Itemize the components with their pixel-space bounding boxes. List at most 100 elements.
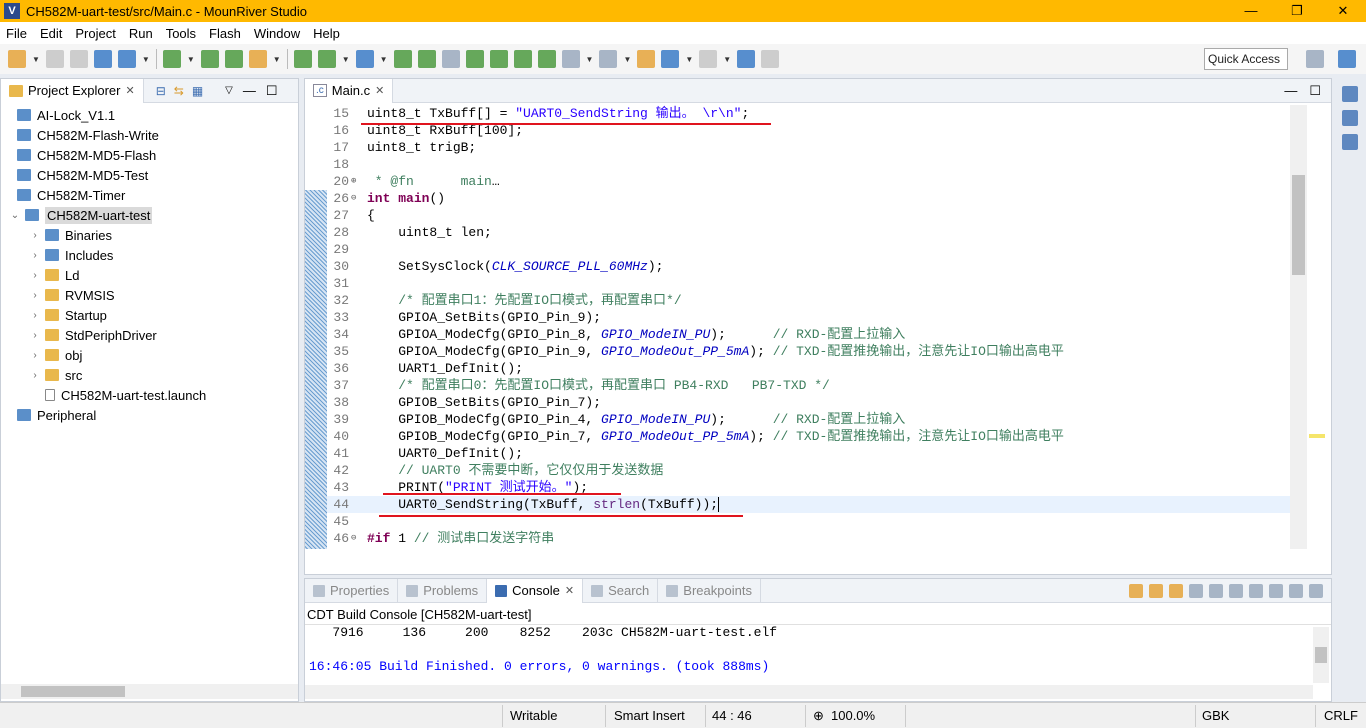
perspective-icon[interactable]: [1338, 50, 1356, 68]
code-line[interactable]: 29: [305, 241, 1293, 258]
terminal-icon[interactable]: [441, 50, 460, 68]
scroll-down-icon[interactable]: [1129, 583, 1143, 598]
run-icon[interactable]: [465, 50, 484, 68]
flash-icon[interactable]: [393, 50, 412, 68]
chevron-right-icon[interactable]: ›: [29, 250, 41, 261]
code-line[interactable]: 18: [305, 156, 1293, 173]
navigate-icon[interactable]: [599, 50, 618, 68]
tab-properties[interactable]: Properties: [305, 578, 399, 603]
pin-icon[interactable]: [737, 50, 756, 68]
maximize-view-icon[interactable]: ☐: [1309, 83, 1321, 99]
console-vertical-scrollbar[interactable]: [1313, 627, 1329, 683]
view-menu-icon[interactable]: ▽: [225, 85, 233, 96]
minimize-view-icon[interactable]: —: [1284, 83, 1297, 98]
back-icon[interactable]: [661, 50, 680, 68]
code-line[interactable]: 28 uint8_t len;: [305, 224, 1293, 241]
annotation-icon[interactable]: [561, 50, 580, 68]
fold-toggle-icon[interactable]: ⊖: [351, 530, 363, 547]
layers-icon[interactable]: [224, 50, 243, 68]
outline-icon[interactable]: [1342, 86, 1358, 102]
download-icon[interactable]: [248, 50, 267, 68]
tab-console[interactable]: Console ✕: [487, 578, 584, 603]
close-button[interactable]: ✕: [1320, 0, 1366, 22]
tree-item[interactable]: › RVMSIS: [1, 285, 298, 305]
code-line[interactable]: 20 ⊕ * @fn main…: [305, 173, 1293, 190]
close-icon[interactable]: ✕: [125, 84, 134, 97]
verify-icon[interactable]: [417, 50, 436, 68]
vertical-scrollbar[interactable]: [1290, 105, 1307, 549]
build-icon[interactable]: [162, 50, 181, 68]
clear-icon[interactable]: [537, 50, 556, 68]
menu-help[interactable]: Help: [313, 26, 340, 41]
new-icon[interactable]: [8, 50, 26, 68]
save-all-icon[interactable]: [69, 50, 88, 68]
tree-item[interactable]: › StdPeriphDriver: [1, 325, 298, 345]
status-zoom[interactable]: 100.0%: [831, 708, 875, 723]
tree-item[interactable]: Peripheral: [1, 405, 298, 425]
debug-icon[interactable]: [317, 50, 336, 68]
tree-item[interactable]: › Includes: [1, 245, 298, 265]
minimize-button[interactable]: —: [1228, 0, 1274, 22]
unpin-icon[interactable]: [761, 50, 780, 68]
tab-project-explorer[interactable]: Project Explorer ✕: [1, 78, 144, 103]
maximize-button[interactable]: ❐: [1274, 0, 1320, 22]
tree-item[interactable]: CH582M-Timer: [1, 185, 298, 205]
chevron-right-icon[interactable]: ›: [29, 330, 41, 341]
console-horizontal-scrollbar[interactable]: [305, 685, 1313, 699]
chevron-right-icon[interactable]: ›: [29, 310, 41, 321]
step-back-icon[interactable]: [513, 50, 532, 68]
close-icon[interactable]: ✕: [565, 584, 574, 597]
code-editor[interactable]: 15 uint8_t TxBuff[] = "UART0_SendString 输…: [305, 105, 1293, 549]
menu-window[interactable]: Window: [254, 26, 300, 41]
menu-run[interactable]: Run: [129, 26, 153, 41]
chevron-right-icon[interactable]: ›: [29, 230, 41, 241]
code-line[interactable]: 36 UART1_DefInit();: [305, 360, 1293, 377]
pin-console-icon[interactable]: [1209, 583, 1223, 598]
menu-file[interactable]: File: [6, 26, 27, 41]
tree-item[interactable]: › src: [1, 365, 298, 385]
chevron-right-icon[interactable]: ›: [29, 290, 41, 301]
bookmark-icon[interactable]: [1342, 134, 1358, 150]
tab-breakpoints[interactable]: Breakpoints: [658, 578, 761, 603]
code-line[interactable]: 33 GPIOA_SetBits(GPIO_Pin_9);: [305, 309, 1293, 326]
scroll-up-icon[interactable]: [1149, 583, 1163, 598]
code-line[interactable]: 39 GPIOB_ModeCfg(GPIO_Pin_4, GPIO_ModeIN…: [305, 411, 1293, 428]
code-line[interactable]: 27 {: [305, 207, 1293, 224]
tree-item[interactable]: AI-Lock_V1.1: [1, 105, 298, 125]
fold-toggle-icon[interactable]: ⊖: [351, 190, 363, 207]
tree-item[interactable]: CH582M-Flash-Write: [1, 125, 298, 145]
menu-tools[interactable]: Tools: [166, 26, 196, 41]
close-icon[interactable]: ✕: [375, 84, 384, 97]
forward-icon[interactable]: [699, 50, 718, 68]
maximize-view-icon[interactable]: ☐: [266, 83, 278, 99]
minimize-view-icon[interactable]: —: [243, 83, 256, 98]
chevron-right-icon[interactable]: ›: [29, 350, 41, 361]
hierarchy-icon[interactable]: [1342, 110, 1358, 126]
status-line-ending[interactable]: CRLF: [1324, 708, 1358, 723]
quick-access-input[interactable]: Quick Access: [1204, 48, 1288, 70]
templates-icon[interactable]: [117, 50, 136, 68]
menu-flash[interactable]: Flash: [209, 26, 241, 41]
horizontal-scrollbar[interactable]: [1, 684, 298, 699]
open-perspective-icon[interactable]: [1306, 50, 1324, 68]
overview-marker[interactable]: [1309, 434, 1325, 438]
fold-toggle-icon[interactable]: ⊕: [351, 173, 363, 190]
open-console-icon[interactable]: [1309, 583, 1323, 598]
tree-item[interactable]: › Binaries: [1, 225, 298, 245]
chevron-down-icon[interactable]: ⌄: [9, 210, 21, 221]
code-line[interactable]: 40 GPIOB_ModeCfg(GPIO_Pin_7, GPIO_ModeOu…: [305, 428, 1293, 445]
new-project-icon[interactable]: [93, 50, 112, 68]
step-icon[interactable]: [489, 50, 508, 68]
build-all-icon[interactable]: [200, 50, 219, 68]
last-edit-icon[interactable]: [637, 50, 656, 68]
remove-launch-icon[interactable]: [1249, 583, 1263, 598]
clear-console-icon[interactable]: [1189, 583, 1203, 598]
code-line[interactable]: 15 uint8_t TxBuff[] = "UART0_SendString 输…: [305, 105, 1293, 122]
code-line[interactable]: 38 GPIOB_SetBits(GPIO_Pin_7);: [305, 394, 1293, 411]
code-line[interactable]: 26 ⊖ int main(): [305, 190, 1293, 207]
tab-main-c[interactable]: .c Main.c ✕: [305, 78, 394, 103]
code-line[interactable]: 34 GPIOA_ModeCfg(GPIO_Pin_8, GPIO_ModeIN…: [305, 326, 1293, 343]
tree-item[interactable]: ⌄ CH582M-uart-test: [1, 205, 298, 225]
tree-item[interactable]: › Ld: [1, 265, 298, 285]
code-line[interactable]: 37 /* 配置串口0：先配置IO口模式，再配置串口 PB4-RXD PB7-T…: [305, 377, 1293, 394]
